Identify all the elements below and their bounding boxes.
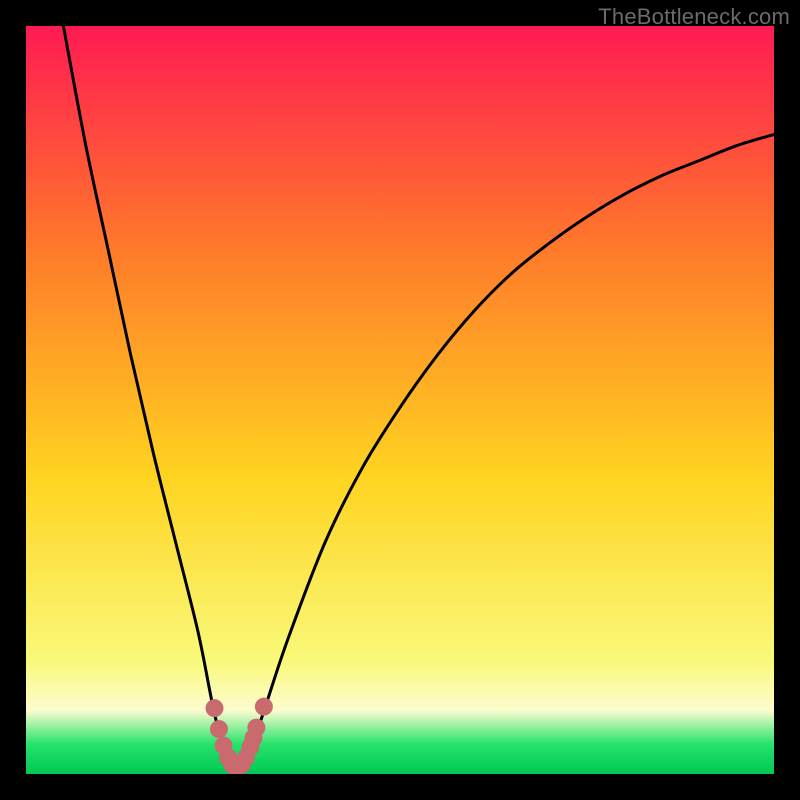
marker-dot	[210, 720, 228, 738]
watermark-text: TheBottleneck.com	[598, 4, 790, 30]
marker-dot	[255, 698, 273, 716]
chart-frame	[26, 26, 774, 774]
chart-svg	[26, 26, 774, 774]
gradient-background	[26, 26, 774, 774]
marker-dot	[247, 719, 265, 737]
marker-dot	[206, 699, 224, 717]
